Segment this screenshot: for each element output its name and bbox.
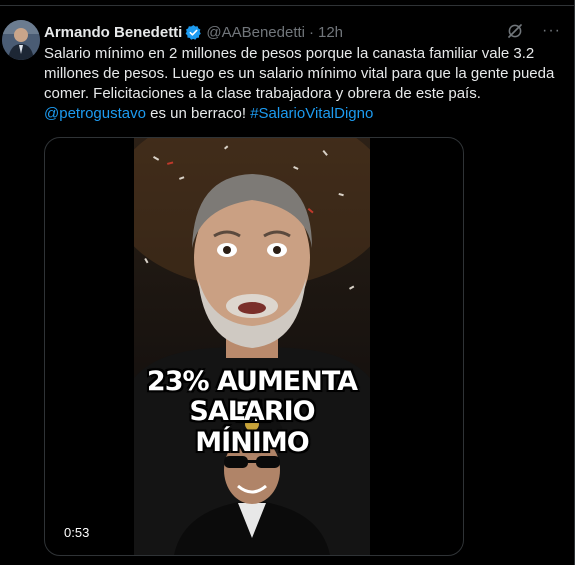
author-name[interactable]: Armando Benedetti <box>44 24 182 41</box>
video-caption-line-2: SALARIO MÍNIMO <box>189 396 315 458</box>
tweet-body-continued: es un berraco! <box>145 105 251 122</box>
video-player[interactable]: 23% AUMENTA EL SALARIO MÍNIMO 0:53 <box>44 137 464 556</box>
tweet-header: Armando Benedetti @AABenedetti · 12h <box>44 22 343 42</box>
mention-link[interactable]: @petrogustavo <box>44 105 146 122</box>
video-frame[interactable]: 23% AUMENTA EL SALARIO MÍNIMO <box>134 138 370 555</box>
verified-badge-icon <box>185 24 202 41</box>
tweet-body: Salario mínimo en 2 millones de pesos po… <box>44 45 555 102</box>
avatar[interactable] <box>2 20 40 60</box>
tweet-text: Salario mínimo en 2 millones de pesos po… <box>44 44 564 124</box>
grok-icon[interactable] <box>506 22 524 40</box>
timestamp[interactable]: 12h <box>318 24 343 41</box>
hashtag-link[interactable]: #SalarioVitalDigno <box>250 105 373 122</box>
more-options-icon[interactable]: ··· <box>542 22 561 40</box>
divider <box>0 5 575 6</box>
video-duration: 0:53 <box>59 524 95 541</box>
tweet-actions: ··· <box>506 22 561 40</box>
separator-dot: · <box>308 23 314 41</box>
author-handle[interactable]: @AABenedetti <box>206 24 305 41</box>
tweet-card[interactable]: Armando Benedetti @AABenedetti · 12h ···… <box>0 0 575 565</box>
